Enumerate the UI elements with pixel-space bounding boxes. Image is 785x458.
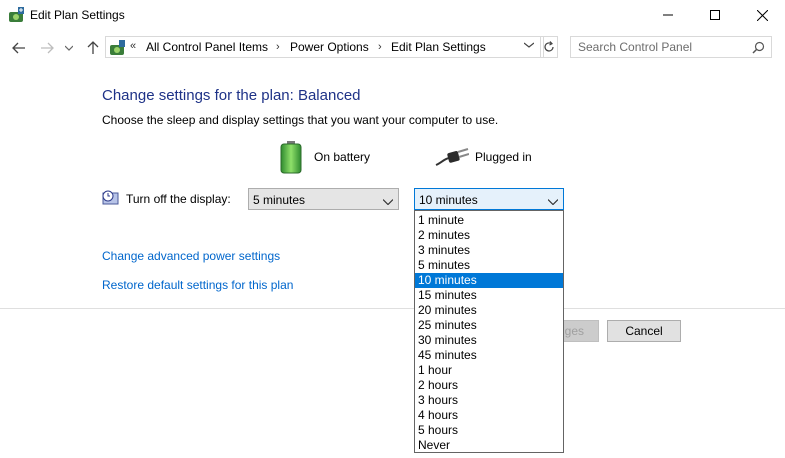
plugged-in-label: Plugged in (475, 150, 532, 164)
display-plugged-select[interactable]: 10 minutes (414, 188, 564, 210)
display-clock-icon (102, 190, 120, 209)
minimize-button[interactable] (645, 0, 691, 30)
restore-defaults-link[interactable]: Restore default settings for this plan (102, 278, 293, 292)
turn-off-display-label: Turn off the display: (126, 192, 231, 206)
back-arrow-icon (12, 42, 25, 54)
on-battery-label: On battery (314, 150, 371, 164)
dropdown-option[interactable]: 25 minutes (415, 318, 563, 333)
search-input[interactable] (578, 40, 748, 54)
chevron-down-icon (382, 194, 394, 208)
dropdown-option[interactable]: 10 minutes (415, 273, 563, 288)
up-button[interactable] (82, 37, 104, 59)
close-button[interactable] (739, 0, 785, 30)
breadcrumb-overflow[interactable]: « (130, 40, 136, 52)
forward-arrow-icon (41, 42, 54, 54)
advanced-power-settings-link[interactable]: Change advanced power settings (102, 249, 280, 263)
search-box[interactable] (570, 36, 772, 58)
dropdown-option[interactable]: 2 minutes (415, 228, 563, 243)
power-options-icon (8, 6, 26, 24)
dropdown-option[interactable]: 1 minute (415, 213, 563, 228)
dropdown-option[interactable]: 45 minutes (415, 348, 563, 363)
up-arrow-icon (87, 41, 99, 54)
display-plugged-options-list[interactable]: 1 minute 2 minutes 3 minutes 5 minutes 10 mi… (414, 210, 564, 453)
display-plugged-value: 10 minutes (419, 193, 478, 207)
footer-divider (0, 308, 785, 309)
forward-button[interactable] (36, 37, 58, 59)
dropdown-option[interactable]: 5 minutes (415, 258, 563, 273)
breadcrumb-edit-plan-settings[interactable]: Edit Plan Settings (391, 40, 486, 54)
recent-locations-button[interactable] (62, 37, 76, 59)
dropdown-option[interactable]: 30 minutes (415, 333, 563, 348)
dropdown-option[interactable]: 4 hours (415, 408, 563, 423)
dropdown-option[interactable]: 3 minutes (415, 243, 563, 258)
dropdown-option[interactable]: 3 hours (415, 393, 563, 408)
refresh-icon (544, 41, 554, 52)
display-battery-value: 5 minutes (253, 193, 306, 207)
chevron-down-icon (523, 42, 535, 48)
back-button[interactable] (8, 37, 30, 59)
address-dropdown-button[interactable] (523, 40, 538, 51)
dropdown-option[interactable]: 5 hours (415, 423, 563, 438)
close-icon (756, 9, 768, 21)
chevron-down-icon (65, 45, 73, 51)
dropdown-option[interactable]: 20 minutes (415, 303, 563, 318)
address-bar[interactable]: « All Control Panel Items › Power Option… (105, 36, 544, 58)
refresh-button[interactable] (540, 36, 558, 58)
breadcrumb-all-control-panel-items[interactable]: All Control Panel Items (146, 40, 268, 54)
dropdown-option[interactable]: 15 minutes (415, 288, 563, 303)
dropdown-option[interactable]: 2 hours (415, 378, 563, 393)
title-bar: Edit Plan Settings (0, 0, 785, 30)
display-battery-select[interactable]: 5 minutes (248, 188, 399, 210)
dropdown-option[interactable]: Never (415, 438, 563, 453)
plug-icon (435, 147, 470, 170)
page-description: Choose the sleep and display settings th… (102, 113, 499, 127)
chevron-down-icon (547, 194, 559, 208)
breadcrumb-separator-icon[interactable]: › (276, 41, 280, 53)
dropdown-option[interactable]: 1 hour (415, 363, 563, 378)
breadcrumb-power-options[interactable]: Power Options (290, 40, 369, 54)
minimize-icon (663, 14, 673, 16)
cancel-button[interactable]: Cancel (607, 320, 681, 342)
battery-icon (280, 141, 302, 177)
control-panel-icon (109, 39, 127, 57)
maximize-icon (710, 10, 720, 20)
search-icon[interactable] (752, 41, 765, 57)
maximize-button[interactable] (692, 0, 738, 30)
window-title: Edit Plan Settings (30, 8, 125, 22)
breadcrumb-separator-icon[interactable]: › (378, 41, 382, 53)
page-title: Change settings for the plan: Balanced (102, 87, 361, 104)
